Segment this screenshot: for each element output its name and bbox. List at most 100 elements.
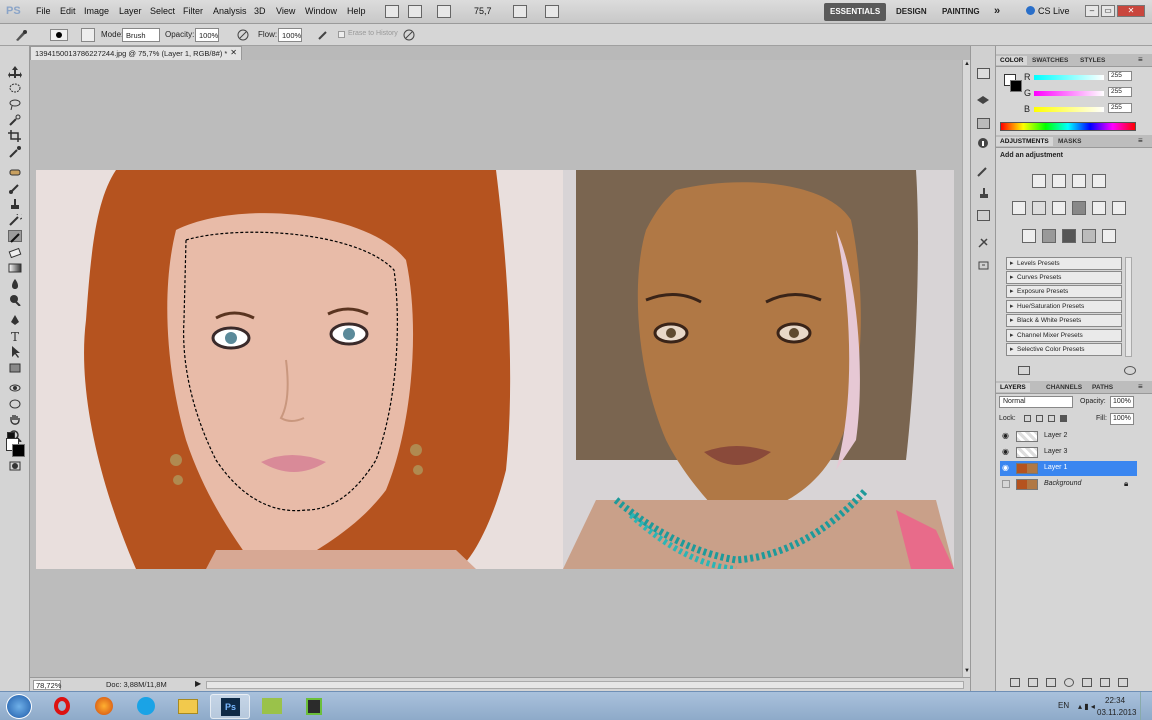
lock-pixels-icon[interactable] — [1036, 415, 1043, 422]
brush-presets-icon[interactable] — [977, 166, 990, 177]
blur-tool-icon[interactable] — [8, 278, 22, 290]
mode-select[interactable]: Brush — [122, 28, 160, 42]
layer-row[interactable]: Background 🔒︎ — [1000, 477, 1137, 492]
menu-view[interactable]: View — [276, 6, 295, 16]
gradient-map-icon[interactable] — [1082, 229, 1096, 243]
show-desktop-button[interactable] — [1140, 692, 1152, 720]
menu-edit[interactable]: Edit — [60, 6, 76, 16]
zoom-level[interactable]: 75,7 — [474, 6, 492, 16]
history-panel-icon[interactable] — [977, 260, 990, 271]
quick-select-tool-icon[interactable] — [8, 114, 22, 126]
posterize-icon[interactable] — [1042, 229, 1056, 243]
menu-analysis[interactable]: Analysis — [213, 6, 247, 16]
new-adjustment-icon[interactable] — [1064, 678, 1074, 687]
blend-mode-select[interactable]: Normal — [999, 396, 1073, 408]
lasso-tool-icon[interactable] — [8, 98, 22, 111]
start-button-icon[interactable] — [6, 694, 32, 719]
minimize-icon[interactable]: – — [1085, 5, 1099, 17]
color-ramp[interactable] — [1000, 122, 1136, 131]
eye-icon[interactable]: ◉ — [1002, 463, 1009, 472]
mini-bridge-panel-icon[interactable] — [977, 68, 990, 79]
document-image[interactable] — [36, 170, 954, 572]
levels-icon[interactable] — [1052, 174, 1066, 188]
adjustments-menu-icon[interactable]: ≡ — [1138, 136, 1143, 145]
background-swatch[interactable] — [1010, 80, 1022, 92]
taskbar-app-icon[interactable] — [252, 694, 292, 719]
preset-channel-mixer[interactable]: Channel Mixer Presets — [1006, 329, 1122, 342]
input-language[interactable]: EN — [1058, 701, 1069, 710]
layers-menu-icon[interactable]: ≡ — [1138, 382, 1143, 391]
hand-tool-icon[interactable] — [8, 414, 22, 426]
layer-opacity-field[interactable]: 100% — [1110, 396, 1134, 408]
dodge-tool-icon[interactable] — [8, 294, 22, 307]
pen-tool-icon[interactable] — [8, 314, 22, 326]
vertical-scrollbar[interactable]: ▲ ▼ — [962, 60, 970, 677]
adjustment-visibility-icon[interactable] — [1124, 366, 1136, 375]
hue-saturation-icon[interactable] — [1032, 201, 1046, 215]
clone-source-icon[interactable] — [977, 188, 990, 199]
new-group-icon[interactable] — [1082, 678, 1092, 687]
cslive-button[interactable]: CS Live — [1038, 6, 1070, 16]
tab-layers[interactable]: LAYERS — [996, 383, 1030, 392]
delete-layer-icon[interactable] — [1118, 678, 1128, 687]
workspace-painting[interactable]: PAINTING — [936, 3, 986, 21]
lock-all-icon[interactable] — [1060, 415, 1067, 422]
workspace-design[interactable]: DESIGN — [890, 3, 933, 21]
history-brush-tool-icon[interactable] — [8, 212, 24, 226]
vibrance-icon[interactable] — [1012, 201, 1026, 215]
tab-masks[interactable]: MASKS — [1054, 137, 1085, 146]
flow-field[interactable]: 100% — [278, 28, 302, 42]
tab-styles[interactable]: STYLES — [1076, 56, 1109, 65]
airbrush-icon[interactable] — [316, 28, 330, 42]
tool-presets-icon[interactable] — [977, 238, 990, 249]
preset-levels[interactable]: Levels Presets — [1006, 257, 1122, 270]
art-history-brush-tool-icon[interactable] — [8, 230, 22, 243]
black-white-icon[interactable] — [1072, 201, 1086, 215]
taskbar-explorer-icon[interactable] — [168, 694, 208, 719]
3d-rotate-tool-icon[interactable] — [8, 382, 22, 394]
zoom-status-field[interactable]: 78,72% — [33, 680, 61, 690]
selective-color-icon[interactable] — [1102, 229, 1116, 243]
marquee-tool-icon[interactable] — [8, 82, 22, 94]
preset-curves[interactable]: Curves Presets — [1006, 271, 1122, 284]
horizontal-scrollbar[interactable] — [206, 681, 964, 689]
bridge-icon[interactable] — [385, 5, 399, 18]
crop-tool-icon[interactable] — [8, 130, 22, 142]
close-document-icon[interactable]: ✕ — [230, 48, 237, 57]
link-layers-icon[interactable] — [1010, 678, 1020, 687]
photo-filter-icon[interactable] — [1092, 201, 1106, 215]
red-slider[interactable] — [1034, 75, 1104, 80]
close-icon[interactable]: ✕ — [1117, 5, 1145, 17]
green-slider[interactable] — [1034, 91, 1104, 96]
taskbar-photoshop-icon[interactable]: Ps — [210, 694, 250, 719]
layer-row[interactable]: ◉ Layer 2 — [1000, 429, 1137, 444]
brightness-icon[interactable] — [1032, 174, 1046, 188]
channel-mixer-icon[interactable] — [1112, 201, 1126, 215]
fill-field[interactable]: 100% — [1110, 413, 1134, 425]
background-color-swatch[interactable] — [12, 444, 25, 457]
layer-row-selected[interactable]: ◉ Layer 1 — [1000, 461, 1137, 476]
arrange-docs-icon[interactable] — [513, 5, 527, 18]
actions-panel-icon[interactable] — [977, 210, 990, 221]
tab-adjustments[interactable]: ADJUSTMENTS — [996, 137, 1053, 146]
tab-paths[interactable]: PATHS — [1088, 383, 1117, 392]
path-select-tool-icon[interactable] — [8, 346, 22, 358]
gradient-tool-icon[interactable] — [8, 262, 22, 274]
blue-value-field[interactable]: 255 — [1108, 103, 1132, 113]
clock-time[interactable]: 22:34 — [1105, 696, 1125, 705]
tab-color[interactable]: COLOR — [996, 56, 1028, 65]
tablet-pressure-icon[interactable] — [402, 28, 416, 42]
eyedropper-tool-icon[interactable] — [8, 146, 22, 158]
more-workspaces-button[interactable]: » — [988, 1, 1006, 19]
lock-position-icon[interactable] — [1048, 415, 1055, 422]
taskbar-skype-icon[interactable] — [126, 694, 166, 719]
menu-help[interactable]: Help — [347, 6, 366, 16]
move-tool-icon[interactable] — [8, 66, 22, 78]
healing-brush-tool-icon[interactable] — [8, 166, 22, 178]
3d-orbit-tool-icon[interactable] — [8, 398, 22, 410]
invert-icon[interactable] — [1022, 229, 1036, 243]
add-mask-icon[interactable] — [1046, 678, 1056, 687]
layer-style-icon[interactable] — [1028, 678, 1038, 687]
type-tool-icon[interactable]: T — [8, 330, 22, 344]
restore-icon[interactable]: ▭ — [1101, 5, 1115, 17]
